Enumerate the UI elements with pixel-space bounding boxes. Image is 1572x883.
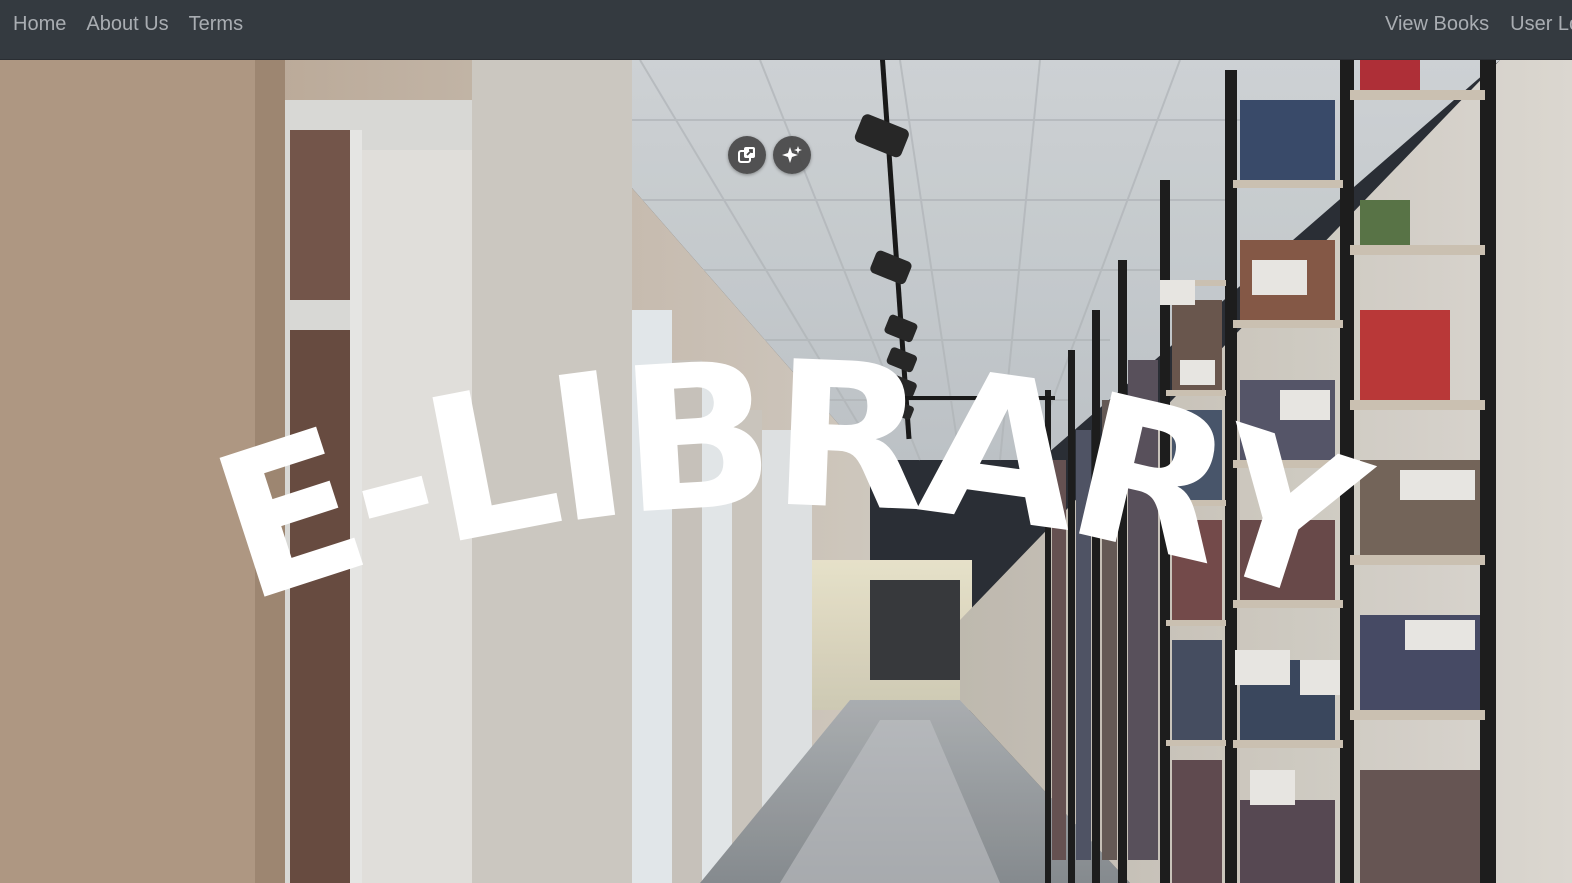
top-navbar: Home About Us Terms View Books User Lo (0, 0, 1572, 60)
ai-sparkle-button[interactable] (773, 136, 811, 174)
copy-image-button[interactable] (728, 136, 766, 174)
nav-right-group: View Books User Lo (1385, 0, 1572, 48)
hero-banner: E-LIBRARY (0, 60, 1572, 883)
nav-link-view-books[interactable]: View Books (1385, 13, 1489, 36)
library-corridor-photo: E-LIBRARY (0, 60, 1572, 883)
nav-link-terms[interactable]: Terms (189, 13, 243, 36)
copy-image-icon (738, 147, 755, 163)
sparkle-icon (782, 146, 802, 163)
nav-link-home[interactable]: Home (13, 13, 66, 36)
nav-left-group: Home About Us Terms (13, 0, 263, 48)
nav-link-about-us[interactable]: About Us (86, 13, 168, 36)
nav-link-user-login[interactable]: User Lo (1510, 13, 1572, 36)
